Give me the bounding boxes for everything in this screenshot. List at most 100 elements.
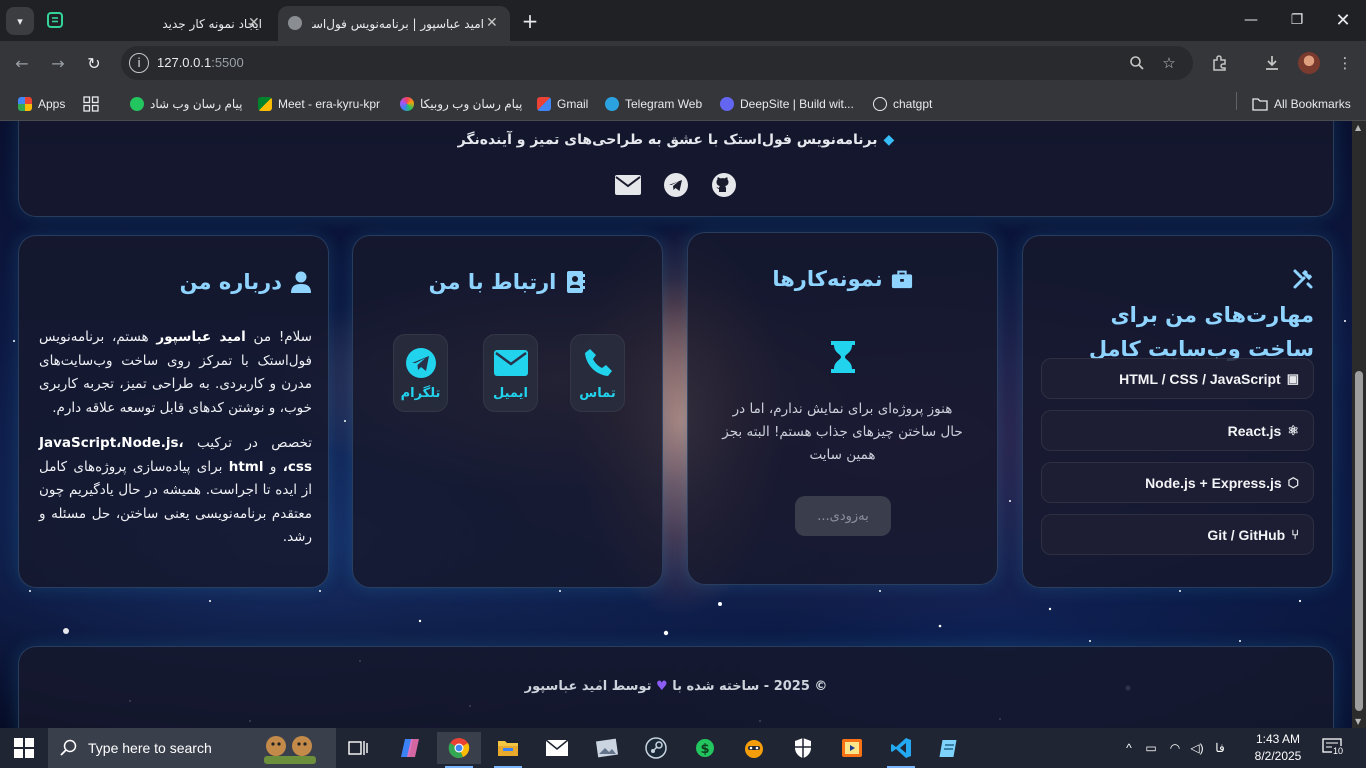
address-book-icon <box>564 271 586 293</box>
game-mascot-icon[interactable] <box>732 732 776 764</box>
url-text[interactable]: 127.0.0.1:5500 <box>157 55 244 70</box>
wifi-icon[interactable]: ◠ <box>1164 741 1186 755</box>
file-explorer-icon[interactable] <box>486 732 530 768</box>
chrome-icon[interactable] <box>437 732 481 768</box>
scroll-down-arrow[interactable]: ▼ <box>1355 717 1361 726</box>
language-indicator[interactable]: فا <box>1208 741 1232 755</box>
search-icon <box>60 739 77 756</box>
minimize-button[interactable]: — <box>1228 0 1274 40</box>
extensions-icon[interactable] <box>1209 52 1231 74</box>
skill-label: HTML / CSS / JavaScript <box>1119 370 1281 387</box>
photos-icon[interactable] <box>585 732 629 764</box>
bookmark-label: Apps <box>38 97 66 111</box>
scroll-thumb[interactable] <box>1355 371 1363 711</box>
address-bar[interactable]: i 127.0.0.1:5500 ☆ <box>121 46 1193 80</box>
bookmark-star-icon[interactable]: ☆ <box>1160 54 1178 72</box>
shad-icon <box>130 97 144 111</box>
grid-icon[interactable] <box>83 94 99 114</box>
app-icon[interactable] <box>45 10 65 30</box>
chevron-up-icon[interactable]: ^ <box>1120 741 1138 755</box>
windows-taskbar: Type here to search $ ^ ▭ ◠ ◁) فا 1:43 A… <box>0 728 1366 768</box>
vscode-icon[interactable] <box>879 732 923 768</box>
clock-date: 8/2/2025 <box>1254 749 1302 763</box>
git-branch-icon: ⑂ <box>1291 527 1299 542</box>
telegram-icon[interactable] <box>663 172 689 198</box>
task-view-icon[interactable] <box>336 732 380 764</box>
email-label: ایمیل <box>493 385 528 401</box>
back-button[interactable]: ← <box>10 51 34 75</box>
email-icon[interactable] <box>615 172 641 198</box>
close-icon[interactable]: ✕ <box>248 15 260 31</box>
battery-icon[interactable]: ▭ <box>1138 741 1164 755</box>
bookmark-label: Meet - era-kyru-kpr <box>278 97 381 111</box>
projects-title-text: نمونه‌کارها <box>772 267 883 291</box>
text-span: سلام! من <box>245 329 312 345</box>
reload-button[interactable]: ↻ <box>82 51 106 75</box>
call-button[interactable]: تماس <box>570 334 625 412</box>
bookmark-deepsite[interactable]: DeepSite | Build wit... <box>720 94 854 114</box>
tab-title: ایجاد نمونه کار جدید <box>162 16 262 31</box>
scroll-up-arrow[interactable]: ▲ <box>1355 123 1361 132</box>
security-shield-icon[interactable] <box>781 732 825 764</box>
all-bookmarks-button[interactable]: All Bookmarks <box>1252 94 1351 114</box>
tab-new-project[interactable]: ایجاد نمونه کار جدید ✕ <box>124 6 274 41</box>
browser-toolbar: ← → ↻ i 127.0.0.1:5500 ☆ ⋮ <box>0 41 1366 86</box>
steam-icon[interactable] <box>634 732 678 764</box>
bookmark-chatgpt[interactable]: chatgpt <box>873 94 932 114</box>
bookmark-telegram[interactable]: Telegram Web <box>605 94 702 114</box>
github-icon[interactable] <box>711 172 737 198</box>
telegram-button[interactable]: تلگرام <box>393 334 448 412</box>
tools-icon <box>1292 268 1314 290</box>
site-info-icon[interactable]: i <box>129 53 149 73</box>
skill-node: ⬡ Node.js + Express.js <box>1041 462 1314 503</box>
tab-title: امید عباسپور | برنامه‌نویس فول‌استک <box>312 16 484 31</box>
page-viewport[interactable]: ◆ برنامه‌نویس فول‌استک با عشق به طراحی‌ها… <box>0 121 1352 728</box>
author-name: امید عباسپور <box>156 329 246 345</box>
about-paragraph-2: تخصص در ترکیب JavaScript،Node.js، css، و… <box>39 432 312 550</box>
volume-icon[interactable]: ◁) <box>1186 741 1208 755</box>
mail-icon[interactable] <box>535 732 579 764</box>
footer-author: توسط امید عباسپور <box>524 679 652 694</box>
profile-avatar[interactable] <box>1298 52 1320 74</box>
notification-center[interactable]: 10 <box>1322 738 1348 760</box>
menu-icon[interactable]: ⋮ <box>1334 52 1356 74</box>
forward-button[interactable]: → <box>46 51 70 75</box>
tech-html: html <box>228 458 264 475</box>
windows-start-icon[interactable] <box>14 738 34 758</box>
search-placeholder: Type here to search <box>88 740 212 756</box>
skill-label: Node.js + Express.js <box>1145 474 1282 491</box>
bookmark-rubika[interactable]: پیام رسان وب روبیکا <box>400 94 522 114</box>
zoom-icon[interactable] <box>1128 54 1146 72</box>
react-icon: ⚛ <box>1287 422 1299 438</box>
globe-icon <box>288 16 302 30</box>
download-icon[interactable] <box>1261 52 1283 74</box>
skill-label: Git / GitHub <box>1207 526 1286 543</box>
bookmark-label: پیام رسان وب روبیکا <box>420 97 523 111</box>
bookmark-gmail[interactable]: Gmail <box>537 94 588 114</box>
projects-empty-text: هنوز پروژه‌ای برای نمایش ندارم، اما در ح… <box>722 401 963 463</box>
new-tab-button[interactable]: + <box>518 9 542 33</box>
bookmark-shad[interactable]: پیام رسان وب شاد <box>130 94 243 114</box>
coming-soon-button[interactable]: به‌زودی... <box>795 496 891 536</box>
notepad-icon[interactable] <box>928 732 972 764</box>
copilot-icon[interactable] <box>388 732 432 764</box>
notification-count: 10 <box>1332 746 1345 756</box>
envelope-icon <box>493 346 528 380</box>
phone-icon <box>581 346 615 380</box>
media-player-icon[interactable] <box>830 732 874 764</box>
tab-portfolio[interactable]: امید عباسپور | برنامه‌نویس فول‌استک ✕ <box>278 6 510 41</box>
bookmark-apps[interactable]: Apps <box>18 94 65 114</box>
tab-search-button[interactable]: ▾ <box>6 7 34 35</box>
email-button[interactable]: ایمیل <box>483 334 538 412</box>
page-scrollbar[interactable]: ▲ ▼ <box>1352 121 1366 728</box>
bookmark-meet[interactable]: Meet - era-kyru-kpr <box>258 94 380 114</box>
skill-html-css-js: ▣ HTML / CSS / JavaScript <box>1041 358 1314 399</box>
skills-title: مهارت‌های من برای ساخت وب‌سایت کامل <box>1054 268 1314 366</box>
url-host: 127.0.0.1 <box>157 55 212 70</box>
restore-button[interactable]: ❐ <box>1274 0 1320 40</box>
xbox-money-icon[interactable]: $ <box>683 732 727 764</box>
taskbar-clock[interactable]: 1:43 AM 8/2/2025 <box>1254 731 1302 765</box>
hero-tagline: ◆ برنامه‌نویس فول‌استک با عشق به طراحی‌ها… <box>19 132 1333 148</box>
close-window-button[interactable]: ✕ <box>1320 0 1366 40</box>
close-icon[interactable]: ✕ <box>486 15 498 31</box>
